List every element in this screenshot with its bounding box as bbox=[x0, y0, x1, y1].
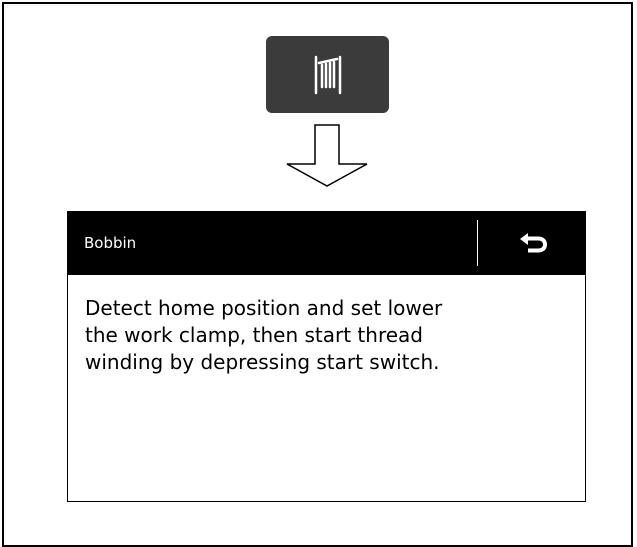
dialog-header: Bobbin bbox=[68, 212, 585, 275]
bobbin-button[interactable] bbox=[266, 36, 389, 113]
return-icon bbox=[520, 233, 547, 253]
back-button[interactable] bbox=[488, 220, 578, 266]
bobbin-dialog: Bobbin Detect home position and set lowe… bbox=[67, 211, 586, 502]
dialog-message: Detect home position and set lower the w… bbox=[85, 296, 443, 374]
bobbin-icon bbox=[314, 55, 341, 94]
header-divider bbox=[477, 220, 478, 266]
dialog-title: Bobbin bbox=[84, 234, 137, 252]
down-arrow-icon bbox=[286, 124, 368, 187]
